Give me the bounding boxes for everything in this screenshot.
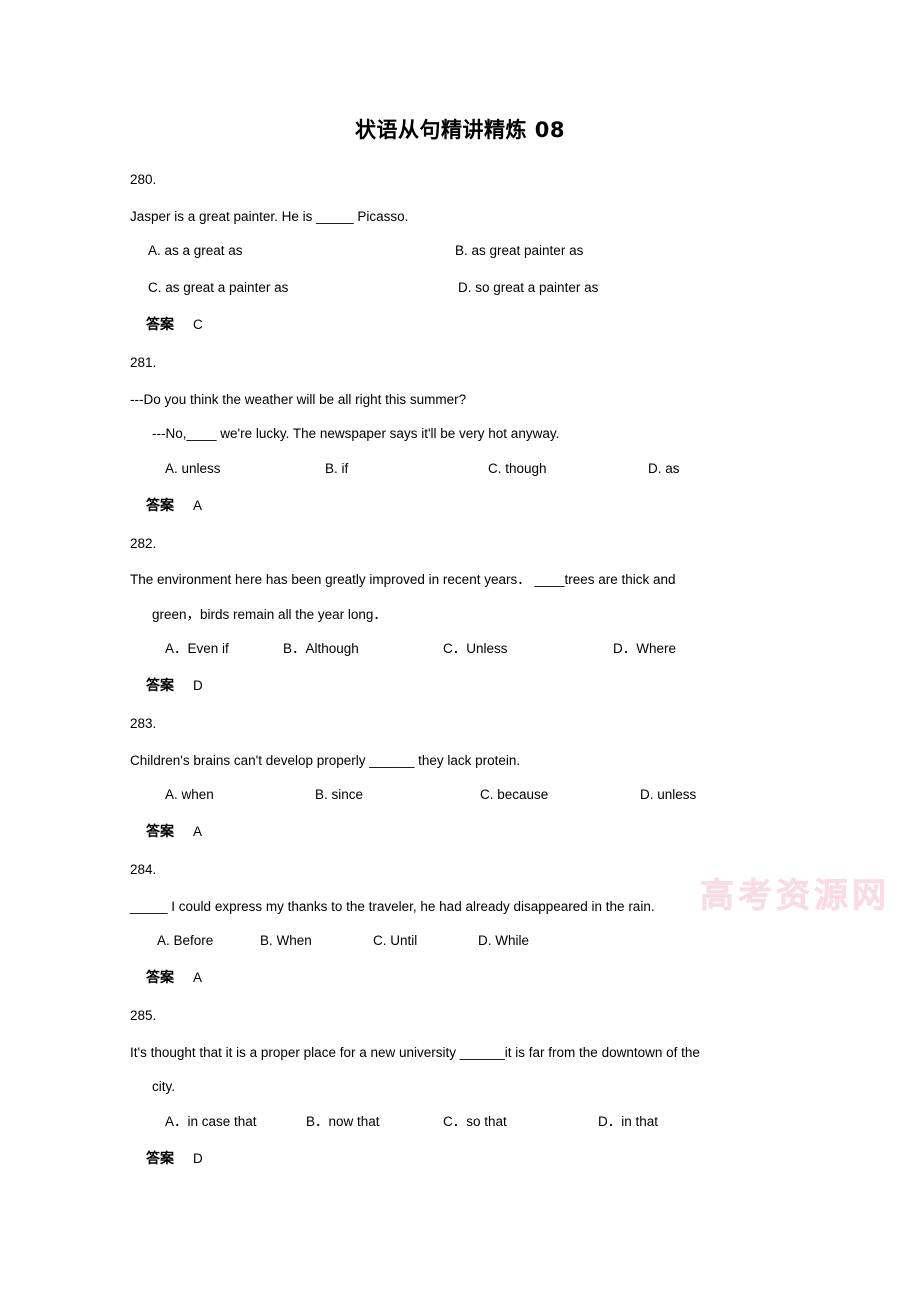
- question-stem-line: ---No,____ we're lucky. The newspaper sa…: [152, 426, 560, 442]
- document-content: 状语从句精讲精炼 08 280. Jasper is a great painte…: [0, 0, 920, 1166]
- answer-label: 答案: [146, 824, 174, 841]
- option-choice[interactable]: A．in case that: [165, 1115, 257, 1129]
- question-block: 280. Jasper is a great painter. He is ___…: [130, 173, 790, 332]
- question-stem-line: It's thought that it is a proper place f…: [130, 1044, 700, 1060]
- answer-value: A: [193, 497, 203, 513]
- question-number: 280.: [130, 172, 157, 188]
- answer-label: 答案: [146, 970, 174, 987]
- answer-row: 答案 A: [130, 497, 790, 514]
- option-row: A. as a great as B. as great painter as: [130, 244, 790, 260]
- question-block: 284. _____ I could express my thanks to t…: [130, 863, 790, 985]
- question-stem-line: Jasper is a great painter. He is _____ P…: [130, 208, 409, 224]
- page-title: 状语从句精讲精炼 08: [354, 118, 566, 142]
- answer-label: 答案: [146, 317, 174, 334]
- option-choice[interactable]: B. When: [260, 934, 312, 948]
- answer-value: D: [193, 1150, 203, 1166]
- question-stem-line: _____ I could express my thanks to the t…: [130, 898, 655, 914]
- question-stem-line: green，birds remain all the year long．: [152, 606, 387, 622]
- option-choice[interactable]: A. as a great as: [148, 244, 243, 258]
- answer-row: 答案 D: [130, 1150, 790, 1167]
- question-stem-line: ---Do you think the weather will be all …: [130, 391, 467, 407]
- answer-value: A: [193, 970, 203, 986]
- question-list: 280. Jasper is a great painter. He is ___…: [130, 173, 790, 1166]
- answer-row: 答案 A: [130, 825, 790, 839]
- option-row: A．in case that B．now that C．so that D．in th…: [130, 1115, 790, 1131]
- option-row: A. when B. since C. because D. unless: [130, 788, 790, 804]
- question-block: 283. Children's brains can't develop prop…: [130, 717, 790, 839]
- option-choice[interactable]: C. Until: [373, 934, 417, 948]
- question-number: 285.: [130, 1008, 157, 1024]
- option-choice[interactable]: B. if: [325, 462, 348, 476]
- question-block: 285. It's thought that it is a proper pla…: [130, 1009, 790, 1166]
- option-choice[interactable]: A．Even if: [165, 642, 229, 656]
- option-choice[interactable]: D. While: [478, 934, 529, 948]
- option-choice[interactable]: D. so great a painter as: [458, 281, 598, 295]
- option-choice[interactable]: D．Where: [613, 642, 676, 656]
- answer-value: D: [193, 678, 203, 694]
- answer-row: 答案 A: [130, 971, 790, 985]
- option-choice[interactable]: C. because: [480, 788, 548, 802]
- question-number: 282.: [130, 535, 157, 551]
- answer-row: 答案 D: [130, 679, 790, 693]
- option-choice[interactable]: B．Although: [283, 642, 359, 656]
- question-block: 282. The environment here has been greatl…: [130, 537, 790, 694]
- document-page: 高考资源网 状语从句精讲精炼 08 280. Jasper is a great …: [0, 0, 920, 1302]
- option-choice[interactable]: D. unless: [640, 788, 696, 802]
- question-block: 281. ---Do you think the weather will be …: [130, 356, 790, 513]
- option-choice[interactable]: B. since: [315, 788, 363, 802]
- option-choice[interactable]: C．so that: [443, 1115, 507, 1129]
- answer-row: 答案 C: [130, 318, 790, 332]
- answer-label: 答案: [146, 497, 174, 514]
- answer-value: C: [193, 317, 203, 333]
- option-choice[interactable]: C. though: [488, 462, 547, 476]
- answer-label: 答案: [146, 1150, 174, 1167]
- question-stem-line: The environment here has been greatly im…: [130, 572, 676, 588]
- option-row: A. unless B. if C. though D. as: [130, 462, 790, 478]
- option-choice[interactable]: B. as great painter as: [455, 244, 583, 258]
- option-choice[interactable]: D．in that: [598, 1115, 658, 1129]
- question-number: 283.: [130, 716, 157, 732]
- question-stem-line: city.: [152, 1079, 175, 1095]
- question-stem-line: Children's brains can't develop properly…: [130, 752, 521, 768]
- answer-label: 答案: [146, 678, 174, 695]
- option-choice[interactable]: D. as: [648, 462, 680, 476]
- question-number: 284.: [130, 862, 157, 878]
- option-choice[interactable]: A. unless: [165, 462, 221, 476]
- option-row: C. as great a painter as D. so great a pa…: [130, 281, 790, 297]
- option-choice[interactable]: C. as great a painter as: [148, 281, 288, 295]
- option-row: A. Before B. When C. Until D. While: [130, 934, 790, 950]
- option-choice[interactable]: A. when: [165, 788, 214, 802]
- question-number: 281.: [130, 355, 157, 371]
- option-choice[interactable]: C．Unless: [443, 642, 508, 656]
- option-choice[interactable]: A. Before: [157, 934, 213, 948]
- option-choice[interactable]: B．now that: [306, 1115, 380, 1129]
- answer-value: A: [193, 824, 203, 840]
- option-row: A．Even if B．Although C．Unless D．Where: [130, 642, 790, 658]
